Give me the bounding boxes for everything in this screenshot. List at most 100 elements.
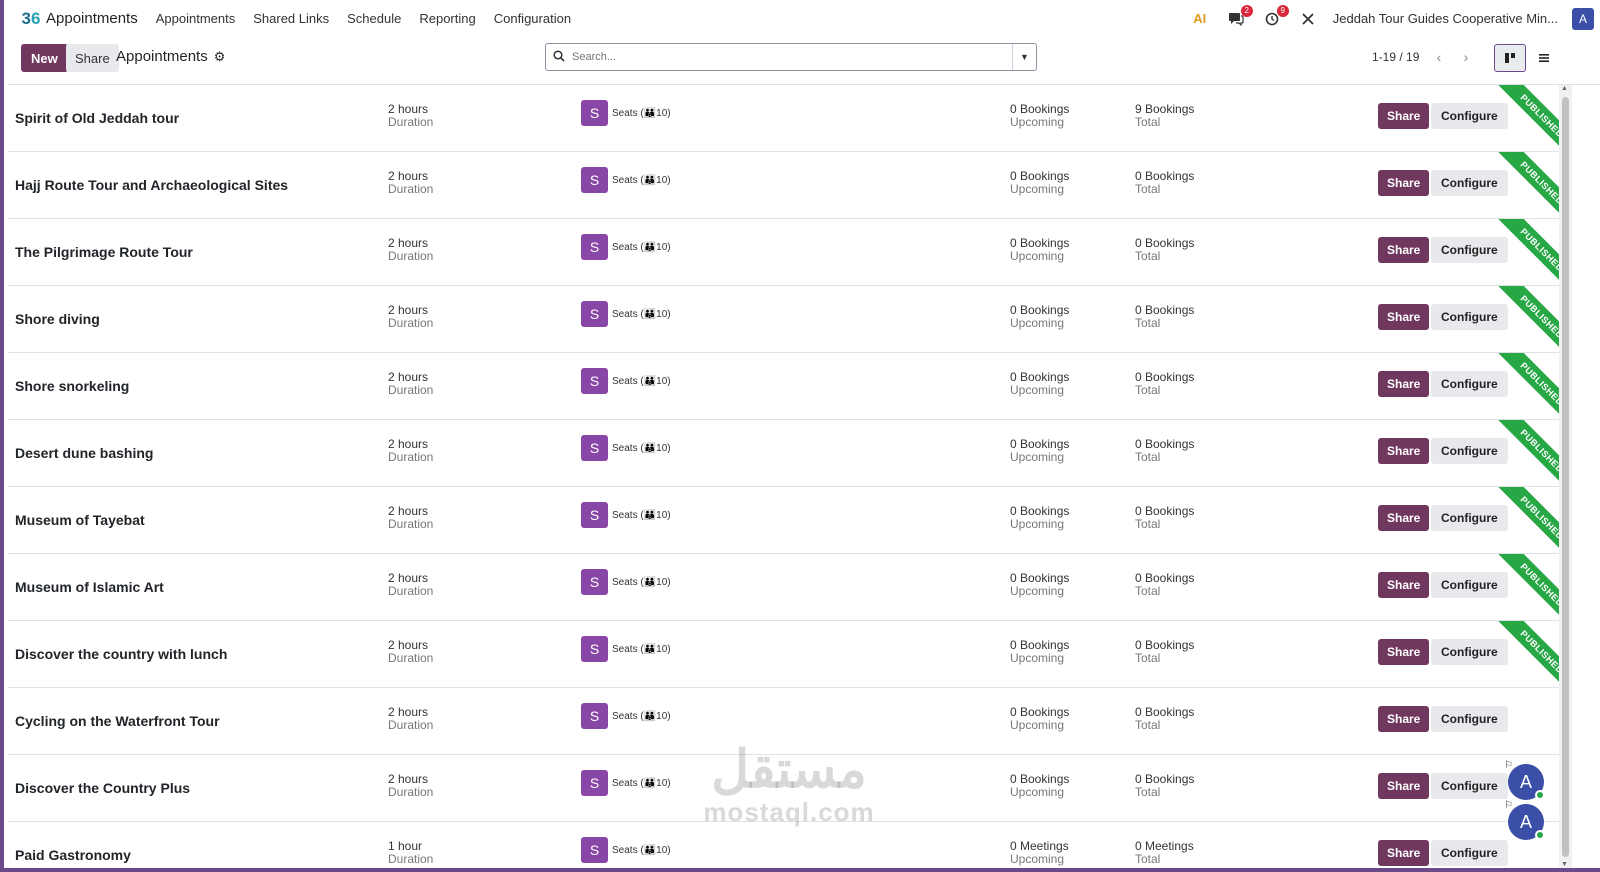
scroll-down-arrow-icon[interactable]: ▼ — [1561, 861, 1568, 868]
row-share-button[interactable]: Share — [1378, 103, 1430, 129]
appointment-name[interactable]: Spirit of Old Jeddah tour — [15, 110, 179, 126]
upcoming-stat[interactable]: 0 Bookings Upcoming — [1010, 639, 1069, 665]
appointment-row[interactable]: Hajj Route Tour and Archaeological Sites… — [8, 152, 1559, 219]
appointment-name[interactable]: Shore snorkeling — [15, 378, 129, 394]
company-switcher[interactable]: Jeddah Tour Guides Cooperative Min... — [1333, 11, 1558, 26]
appointment-row[interactable]: Shore snorkeling 2 hours Duration S Seats (👪… — [8, 353, 1559, 420]
row-share-button[interactable]: Share — [1378, 438, 1430, 464]
total-stat[interactable]: 0 Bookings Total — [1135, 438, 1194, 464]
ai-icon[interactable]: AI — [1189, 8, 1211, 30]
app-name[interactable]: Appointments — [46, 10, 138, 27]
appointment-name[interactable]: Desert dune bashing — [15, 445, 153, 461]
nav-item-schedule[interactable]: Schedule — [347, 11, 401, 26]
appointment-row[interactable]: Museum of Tayebat 2 hours Duration S Seats (… — [8, 487, 1559, 554]
appointment-row[interactable]: Paid Gastronomy 1 hour Duration S Seats (👪10… — [8, 822, 1559, 868]
nav-item-configuration[interactable]: Configuration — [494, 11, 571, 26]
upcoming-stat[interactable]: 0 Bookings Upcoming — [1010, 706, 1069, 732]
pager-value[interactable]: 1-19 / 19 — [1372, 50, 1419, 64]
row-share-button[interactable]: Share — [1378, 773, 1430, 799]
search-toggle-chevron-down-icon[interactable]: ▼ — [1012, 44, 1036, 70]
upcoming-stat[interactable]: 0 Meetings Upcoming — [1010, 840, 1069, 866]
upcoming-stat[interactable]: 0 Bookings Upcoming — [1010, 170, 1069, 196]
share-button[interactable]: Share — [66, 44, 119, 72]
pager-next-chevron-right-icon[interactable]: › — [1453, 45, 1479, 69]
row-share-button[interactable]: Share — [1378, 840, 1430, 866]
upcoming-stat[interactable]: 0 Bookings Upcoming — [1010, 773, 1069, 799]
row-share-button[interactable]: Share — [1378, 237, 1430, 263]
appointment-row[interactable]: Desert dune bashing 2 hours Duration S Seats… — [8, 420, 1559, 487]
upcoming-stat[interactable]: 0 Bookings Upcoming — [1010, 103, 1069, 129]
total-stat[interactable]: 0 Bookings Total — [1135, 639, 1194, 665]
row-configure-button[interactable]: Configure — [1431, 706, 1508, 732]
appointment-name[interactable]: Paid Gastronomy — [15, 847, 131, 863]
appointment-name[interactable]: Hajj Route Tour and Archaeological Sites — [15, 177, 288, 193]
appointment-row[interactable]: Museum of Islamic Art 2 hours Duration S Sea… — [8, 554, 1559, 621]
gear-icon[interactable]: ⚙ — [214, 49, 226, 65]
total-stat[interactable]: 9 Bookings Total — [1135, 103, 1194, 129]
row-share-button[interactable]: Share — [1378, 572, 1430, 598]
row-share-button[interactable]: Share — [1378, 304, 1430, 330]
appointment-name[interactable]: Discover the Country Plus — [15, 780, 190, 796]
search-bar: ▼ — [545, 43, 1037, 71]
nav-item-appointments[interactable]: Appointments — [156, 11, 236, 26]
appointment-name[interactable]: Museum of Tayebat — [15, 512, 145, 528]
upcoming-stat[interactable]: 0 Bookings Upcoming — [1010, 237, 1069, 263]
upcoming-stat[interactable]: 0 Bookings Upcoming — [1010, 438, 1069, 464]
published-ribbon-label: PUBLISHED — [1493, 554, 1559, 620]
scroll-up-arrow-icon[interactable]: ▲ — [1561, 85, 1568, 92]
total-stat[interactable]: 0 Bookings Total — [1135, 773, 1194, 799]
activities-badge: 9 — [1276, 4, 1289, 17]
chat-window-avatar[interactable]: A — [1508, 804, 1545, 840]
total-label: Total — [1135, 651, 1161, 665]
debug-tools-icon[interactable] — [1297, 8, 1319, 30]
total-stat[interactable]: 0 Meetings Total — [1135, 840, 1194, 866]
chat-window-avatar[interactable]: A — [1508, 764, 1545, 800]
upcoming-stat[interactable]: 0 Bookings Upcoming — [1010, 371, 1069, 397]
appointment-name[interactable]: Shore diving — [15, 311, 100, 327]
row-configure-button[interactable]: Configure — [1431, 773, 1508, 799]
scrollbar-thumb[interactable] — [1562, 97, 1569, 857]
nav-item-shared-links[interactable]: Shared Links — [253, 11, 329, 26]
appointment-row[interactable]: Shore diving 2 hours Duration S Seats (👪10) 0… — [8, 286, 1559, 353]
row-share-button[interactable]: Share — [1378, 170, 1430, 196]
appointment-name[interactable]: Discover the country with lunch — [15, 646, 227, 662]
total-stat[interactable]: 0 Bookings Total — [1135, 304, 1194, 330]
appointment-name[interactable]: Museum of Islamic Art — [15, 579, 164, 595]
upcoming-label: Upcoming — [1010, 718, 1065, 732]
upcoming-stat[interactable]: 0 Bookings Upcoming — [1010, 304, 1069, 330]
kanban-view-button[interactable] — [1494, 44, 1526, 72]
list-view-button[interactable] — [1528, 44, 1560, 72]
upcoming-stat[interactable]: 0 Bookings Upcoming — [1010, 505, 1069, 531]
kanban-view-icon — [1505, 53, 1515, 63]
row-share-button[interactable]: Share — [1378, 706, 1430, 732]
nav-item-reporting[interactable]: Reporting — [419, 11, 475, 26]
total-label: Total — [1135, 450, 1161, 464]
total-stat[interactable]: 0 Bookings Total — [1135, 706, 1194, 732]
row-share-button[interactable]: Share — [1378, 371, 1430, 397]
appointment-list: Spirit of Old Jeddah tour 2 hours Duration… — [8, 85, 1559, 868]
new-button[interactable]: New — [21, 44, 68, 72]
row-share-button[interactable]: Share — [1378, 639, 1430, 665]
user-avatar[interactable]: A — [1572, 7, 1594, 30]
appointment-row[interactable]: Discover the country with lunch 2 hours Du… — [8, 621, 1559, 688]
appointment-name[interactable]: Cycling on the Waterfront Tour — [15, 713, 220, 729]
total-stat[interactable]: 0 Bookings Total — [1135, 237, 1194, 263]
appointment-row[interactable]: Discover the Country Plus 2 hours Duration… — [8, 755, 1559, 822]
total-stat[interactable]: 0 Bookings Total — [1135, 371, 1194, 397]
row-configure-button[interactable]: Configure — [1431, 840, 1508, 866]
pager-previous-chevron-left-icon[interactable]: ‹ — [1426, 45, 1452, 69]
total-stat[interactable]: 0 Bookings Total — [1135, 505, 1194, 531]
appointment-name[interactable]: The Pilgrimage Route Tour — [15, 244, 193, 260]
appointments-logo-icon[interactable]: 36 — [20, 8, 42, 30]
activities-clock-icon[interactable]: 9 — [1261, 4, 1289, 30]
total-stat[interactable]: 0 Bookings Total — [1135, 572, 1194, 598]
appointment-row[interactable]: The Pilgrimage Route Tour 2 hours Duration… — [8, 219, 1559, 286]
upcoming-stat[interactable]: 0 Bookings Upcoming — [1010, 572, 1069, 598]
appointment-row[interactable]: Cycling on the Waterfront Tour 2 hours Dur… — [8, 688, 1559, 755]
messages-icon[interactable]: 2 — [1225, 4, 1253, 30]
vertical-scrollbar[interactable]: ▲ ▼ — [1559, 85, 1572, 868]
total-stat[interactable]: 0 Bookings Total — [1135, 170, 1194, 196]
appointment-row[interactable]: Spirit of Old Jeddah tour 2 hours Duration… — [8, 85, 1559, 152]
row-share-button[interactable]: Share — [1378, 505, 1430, 531]
search-input[interactable] — [572, 51, 1012, 63]
